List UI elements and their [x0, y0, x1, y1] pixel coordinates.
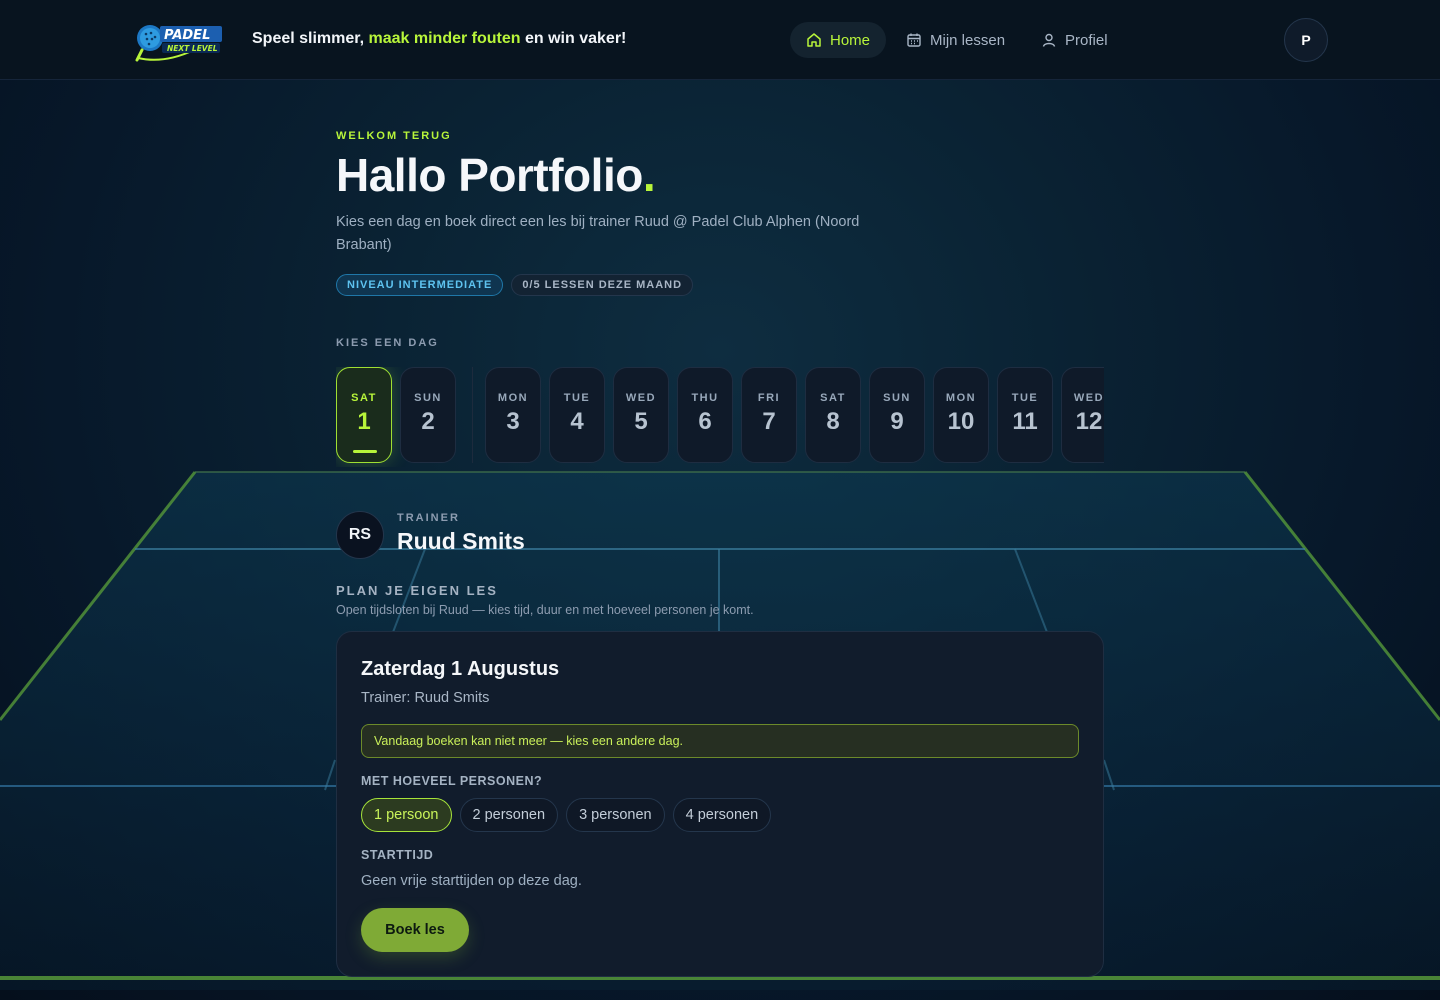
day-weekday: THU: [691, 392, 719, 404]
persons-selector: 1 persoon 2 personen 3 personen 4 person…: [361, 798, 772, 832]
plan-title: PLAN JE EIGEN LES: [336, 583, 498, 598]
welcome-eyebrow: WELKOM TERUG: [336, 130, 452, 142]
day-option[interactable]: FRI 7: [741, 367, 797, 463]
nav-profiel-label: Profiel: [1065, 31, 1108, 49]
booking-trainer-line: Trainer: Ruud Smits: [361, 690, 490, 706]
day-picker-label: KIES EEN DAG: [336, 337, 439, 349]
day-weekday: SUN: [883, 392, 911, 404]
day-option[interactable]: SAT 8: [805, 367, 861, 463]
page-title-text: Hallo Portfolio: [336, 149, 643, 201]
day-number: 12: [1075, 408, 1103, 435]
svg-text:PADEL: PADEL: [164, 28, 210, 43]
day-option[interactable]: SAT 1: [336, 367, 392, 463]
day-option[interactable]: WED 12: [1061, 367, 1104, 463]
nav-home-label: Home: [830, 31, 871, 49]
day-number: 6: [698, 408, 712, 435]
user-avatar[interactable]: P: [1284, 18, 1328, 62]
day-option[interactable]: TUE 4: [549, 367, 605, 463]
svg-text:NEXT LEVEL: NEXT LEVEL: [167, 44, 218, 53]
nav-mijn-lessen-label: Mijn lessen: [930, 31, 1006, 49]
home-icon: [807, 33, 821, 47]
start-time-label: STARTTIJD: [361, 848, 434, 862]
lesson-count-badge: 0/5 LESSEN DEZE MAAND: [511, 274, 694, 296]
day-option[interactable]: TUE 11: [997, 367, 1053, 463]
status-badges: NIVEAU INTERMEDIATE 0/5 LESSEN DEZE MAAN…: [336, 274, 694, 296]
top-navigation-bar: PADEL NEXT LEVEL Speel slimmer, maak min…: [0, 0, 1440, 80]
calendar-icon: [907, 33, 921, 47]
padel-next-level-logo[interactable]: PADEL NEXT LEVEL: [134, 20, 224, 64]
day-weekday: FRI: [757, 392, 781, 404]
booking-card: Zaterdag 1 Augustus Trainer: Ruud Smits …: [336, 631, 1104, 977]
no-slots-message: Geen vrije starttijden op deze dag.: [361, 873, 582, 889]
tagline-start: Speel slimmer,: [252, 30, 369, 47]
trainer-label: TRAINER: [397, 512, 460, 524]
nav-home[interactable]: Home: [790, 22, 887, 58]
main-nav: Home Mijn lessen Profiel: [790, 22, 1124, 58]
day-option[interactable]: THU 6: [677, 367, 733, 463]
persons-option-3[interactable]: 3 personen: [566, 798, 665, 832]
level-badge: NIVEAU INTERMEDIATE: [336, 274, 504, 296]
tagline-highlight: maak minder fouten: [368, 30, 521, 47]
day-weekday: TUE: [563, 392, 591, 404]
day-number: 5: [634, 408, 648, 435]
trainer-name: Ruud Smits: [397, 528, 525, 554]
day-number: 1: [357, 408, 371, 435]
intro-text: Kies een dag en boek direct een les bij …: [336, 214, 860, 253]
day-number: 2: [421, 408, 435, 435]
tagline: Speel slimmer, maak minder fouten en win…: [252, 30, 626, 48]
day-weekday: SAT: [820, 392, 846, 404]
day-number: 3: [506, 408, 520, 435]
user-icon: [1042, 33, 1056, 47]
booking-notice: Vandaag boeken kan niet meer — kies een …: [361, 724, 1079, 758]
page-title: Hallo Portfolio.: [336, 148, 656, 202]
persons-label: MET HOEVEEL PERSONEN?: [361, 774, 543, 788]
day-weekday: WED: [1073, 392, 1104, 404]
day-weekday: SUN: [414, 392, 442, 404]
tagline-end: en win vaker!: [520, 30, 627, 47]
day-option[interactable]: SUN 2: [400, 367, 456, 463]
nav-profiel[interactable]: Profiel: [1025, 22, 1124, 58]
trainer-avatar: RS: [336, 511, 384, 559]
day-option[interactable]: SUN 9: [869, 367, 925, 463]
book-lesson-button[interactable]: Boek les: [361, 908, 469, 952]
day-option[interactable]: MON 10: [933, 367, 989, 463]
booking-date-title: Zaterdag 1 Augustus: [361, 658, 560, 680]
day-weekday: MON: [497, 392, 529, 404]
day-number: 10: [947, 408, 975, 435]
day-number: 11: [1012, 408, 1038, 435]
day-number: 9: [890, 408, 904, 435]
day-number: 8: [826, 408, 840, 435]
persons-option-1[interactable]: 1 persoon: [361, 798, 452, 832]
day-number: 7: [762, 408, 776, 435]
day-option[interactable]: WED 5: [613, 367, 669, 463]
nav-mijn-lessen[interactable]: Mijn lessen: [890, 22, 1021, 58]
day-weekday: TUE: [1011, 392, 1039, 404]
day-weekday: WED: [625, 392, 657, 404]
day-number: 4: [570, 408, 584, 435]
persons-option-4[interactable]: 4 personen: [672, 798, 772, 832]
day-weekday: SAT: [351, 392, 377, 404]
persons-option-2[interactable]: 2 personen: [459, 798, 559, 832]
plan-subtitle: Open tijdsloten bij Ruud — kies tijd, du…: [336, 603, 754, 617]
week-divider: [472, 367, 473, 463]
day-picker: SAT 1 SUN 2 MON 3 TUE 4 WED 5 THU 6 FRI …: [336, 367, 1104, 467]
day-weekday: MON: [945, 392, 977, 404]
title-accent-dot: .: [642, 149, 656, 201]
day-option[interactable]: MON 3: [485, 367, 541, 463]
